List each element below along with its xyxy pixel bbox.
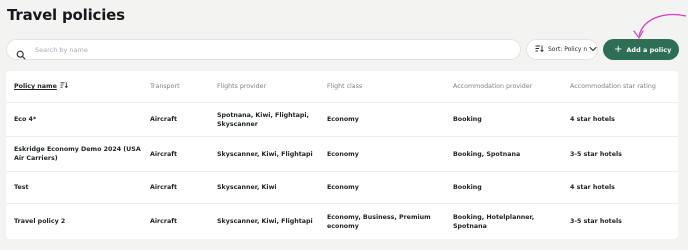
chevron-down-icon: [589, 46, 597, 54]
column-header-flights-provider: Flights provider: [217, 83, 267, 90]
transport-cell: Aircraft: [150, 184, 177, 191]
policy-name-cell: Test: [14, 184, 29, 191]
search-icon: [16, 45, 26, 59]
add-policy-label: Add a policy: [626, 45, 672, 54]
star-rating-cell: 3-5 star hotels: [570, 218, 622, 225]
sort-dropdown[interactable]: Sort: Policy n: [526, 39, 598, 60]
column-header-accommodation-provider: Accommodation provider: [453, 83, 533, 90]
accommodation-provider-cell: Booking, Spotnana: [453, 150, 521, 158]
annotation-arrow-icon: [633, 14, 687, 39]
page-title: Travel policies: [7, 6, 125, 24]
transport-cell: Aircraft: [150, 218, 177, 225]
table-row[interactable]: Travel policy 2 Aircraft Skyscanner, Kiw…: [6, 204, 678, 239]
sort-direction-icon: [60, 82, 68, 91]
policies-table: Policy name Transport Flights provider F…: [6, 71, 678, 239]
column-header-flight-class: Flight class: [327, 83, 363, 90]
policy-name-cell: Travel policy 2: [14, 218, 66, 225]
flights-provider-cell: Skyscanner, Kiwi, Flightapi: [217, 218, 313, 225]
star-rating-cell: 4 star hotels: [570, 116, 615, 123]
accommodation-provider-cell: Booking: [453, 184, 482, 191]
column-header-policy-name[interactable]: Policy name: [14, 71, 144, 102]
table-row[interactable]: Eskridge Economy Demo 2024 (USA Air Carr…: [6, 137, 678, 172]
table-row[interactable]: Eco 4* Aircraft Spotnana, Kiwi, Flightap…: [6, 103, 678, 137]
flight-class-cell: Economy: [327, 116, 359, 123]
table-header-row: Policy name Transport Flights provider F…: [6, 71, 678, 103]
plus-icon: +: [614, 43, 623, 55]
search-bar: [6, 39, 521, 60]
transport-cell: Aircraft: [150, 150, 177, 158]
star-rating-cell: 4 star hotels: [570, 184, 615, 191]
flight-class-cell: Economy, Business, Premium economy: [327, 213, 431, 230]
flights-provider-cell: Skyscanner, Kiwi, Flightapi: [217, 150, 313, 158]
column-header-accommodation-star-rating: Accommodation star rating: [570, 83, 656, 90]
flights-provider-cell: Skyscanner, Kiwi: [217, 184, 277, 191]
flights-provider-cell: Spotnana, Kiwi, Flightapi, Skyscanner: [217, 111, 309, 128]
table-row[interactable]: Test Aircraft Skyscanner, Kiwi Economy B…: [6, 172, 678, 204]
transport-cell: Aircraft: [150, 116, 177, 123]
add-policy-button[interactable]: + Add a policy: [603, 39, 679, 60]
flight-class-cell: Economy: [327, 184, 359, 191]
accommodation-provider-cell: Booking: [453, 116, 482, 123]
flight-class-cell: Economy: [327, 150, 359, 158]
search-input[interactable]: [35, 45, 495, 54]
policy-name-cell: Eco 4*: [14, 116, 37, 123]
sort-label: Sort: Policy n: [548, 46, 587, 53]
star-rating-cell: 3-5 star hotels: [570, 150, 622, 158]
accommodation-provider-cell: Booking, Hotelplanner, Spotnana: [453, 213, 535, 230]
column-header-transport: Transport: [150, 83, 180, 90]
policy-name-cell: Eskridge Economy Demo 2024 (USA Air Carr…: [14, 146, 141, 162]
sort-icon: [535, 45, 544, 54]
